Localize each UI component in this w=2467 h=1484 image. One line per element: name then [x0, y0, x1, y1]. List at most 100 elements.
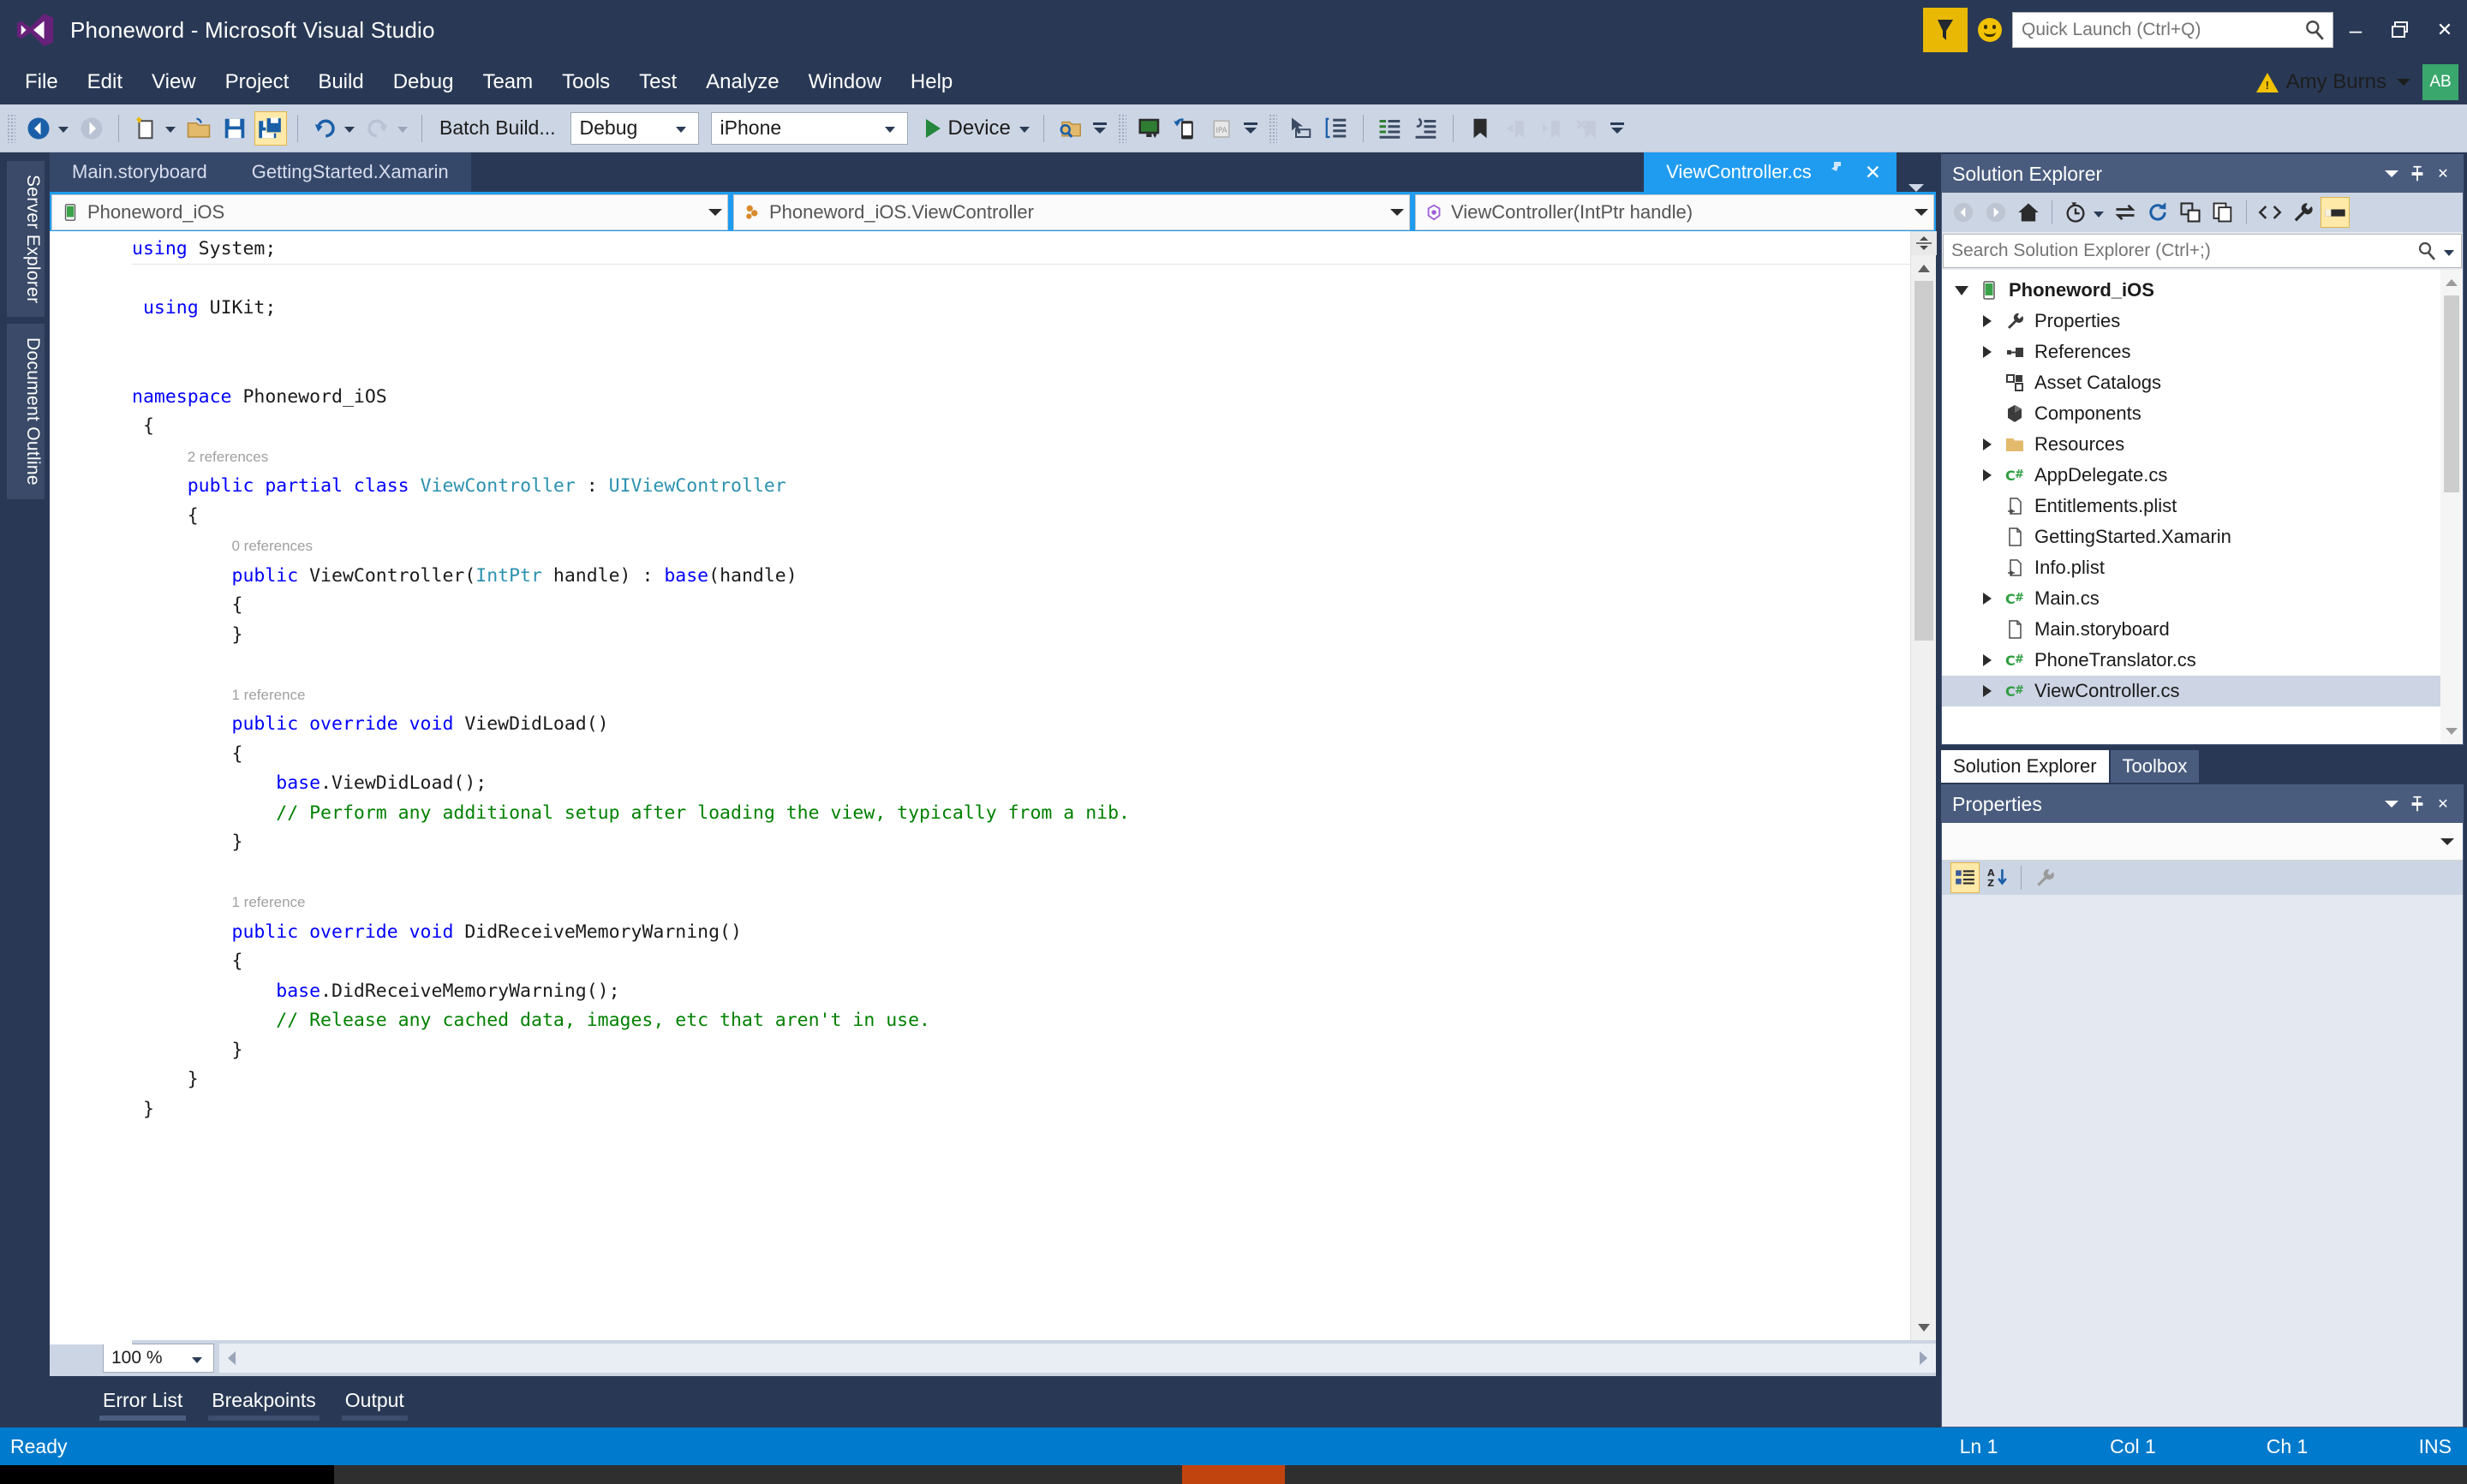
- redo-dropdown-icon[interactable]: [397, 127, 408, 133]
- collapse-all-icon[interactable]: [2176, 197, 2205, 228]
- quick-launch-input[interactable]: [2022, 20, 2303, 40]
- batch-build-button[interactable]: Batch Build...: [439, 116, 556, 140]
- tree-item-properties[interactable]: Properties: [1942, 306, 2440, 337]
- tree-item-phoneword-ios[interactable]: Phoneword_iOS: [1942, 275, 2440, 306]
- expander-icon[interactable]: [1974, 315, 2000, 327]
- scroll-right-button[interactable]: [1920, 1351, 1927, 1365]
- toolbar-grip[interactable]: [7, 113, 15, 143]
- properties-wrench-icon[interactable]: [2288, 197, 2317, 228]
- menu-tools[interactable]: Tools: [547, 67, 624, 98]
- navbar-project-combo[interactable]: Phoneword_iOS: [51, 194, 728, 230]
- tab-gettingstarted-xamarin[interactable]: GettingStarted.Xamarin: [229, 152, 471, 192]
- previous-bookmark-icon[interactable]: [1500, 111, 1532, 146]
- navigate-backward-icon[interactable]: [22, 111, 55, 146]
- scrollbar-thumb[interactable]: [2444, 295, 2459, 492]
- expander-icon[interactable]: [1974, 438, 2000, 450]
- clear-bookmarks-icon[interactable]: [1572, 111, 1604, 146]
- view-code-icon[interactable]: [2255, 197, 2285, 228]
- tree-item-references[interactable]: References: [1942, 337, 2440, 367]
- editor-vertical-scrollbar[interactable]: [1910, 231, 1937, 1340]
- pointer-select-icon[interactable]: [1284, 111, 1317, 146]
- sync-with-active-document-icon[interactable]: [2111, 197, 2140, 228]
- find-in-files-icon[interactable]: [1054, 111, 1087, 146]
- panel-menu-icon[interactable]: [2379, 790, 2404, 819]
- save-all-icon[interactable]: [254, 110, 287, 146]
- next-bookmark-icon[interactable]: [1536, 111, 1568, 146]
- restore-button[interactable]: [2378, 10, 2422, 50]
- editor-split-handle[interactable]: [1910, 231, 1937, 255]
- quick-launch-box[interactable]: [2012, 12, 2333, 48]
- tree-item-main-cs[interactable]: C # Main.cs: [1942, 583, 2440, 614]
- pin-icon[interactable]: [2404, 159, 2430, 188]
- tree-item-phonetranslator-cs[interactable]: C # PhoneTranslator.cs: [1942, 645, 2440, 676]
- start-play-icon[interactable]: [925, 118, 941, 138]
- bookmark-icon[interactable]: [1464, 111, 1496, 146]
- feedback-flag-icon[interactable]: [1923, 8, 1968, 52]
- menu-debug[interactable]: Debug: [379, 67, 469, 98]
- uncomment-lines-icon[interactable]: [1410, 111, 1443, 146]
- platform-combo[interactable]: iPhone: [710, 111, 908, 145]
- navigate-forward-icon[interactable]: [75, 111, 108, 146]
- user-name[interactable]: Amy Burns: [2286, 70, 2386, 94]
- scroll-up-button[interactable]: [2439, 270, 2463, 295]
- start-target-dropdown-icon[interactable]: [1018, 127, 1030, 133]
- solution-search-box[interactable]: [1943, 234, 2462, 268]
- tree-item-asset-catalogs[interactable]: Asset Catalogs: [1942, 367, 2440, 398]
- bottom-tab-breakpoints[interactable]: Breakpoints: [208, 1384, 320, 1421]
- send-a-smile-icon[interactable]: [1978, 18, 2002, 42]
- expander-icon[interactable]: [1974, 469, 2000, 481]
- toolbar-grip[interactable]: [1117, 113, 1126, 143]
- ipa-package-icon[interactable]: IPA: [1205, 111, 1238, 146]
- properties-grid[interactable]: [1942, 895, 2463, 1427]
- code-text-area[interactable]: using System; using UIKit; namespace Pho…: [132, 231, 1910, 1340]
- expander-icon[interactable]: [1974, 654, 2000, 666]
- zoom-level-combo[interactable]: 100 %: [103, 1344, 214, 1373]
- show-all-files-icon[interactable]: [2208, 197, 2237, 228]
- close-icon[interactable]: ✕: [2430, 790, 2456, 819]
- chevron-down-icon[interactable]: [2397, 79, 2410, 86]
- avatar[interactable]: AB: [2422, 64, 2458, 100]
- solution-tree[interactable]: Phoneword_iOS Properties References Asse…: [1942, 270, 2463, 744]
- undo-dropdown-icon[interactable]: [344, 127, 355, 133]
- tree-item-info-plist[interactable]: Info.plist: [1942, 552, 2440, 583]
- hierarchy-icon[interactable]: [1320, 111, 1353, 146]
- pin-icon[interactable]: [1825, 159, 1846, 185]
- code-content[interactable]: using System; using UIKit; namespace Pho…: [132, 231, 1910, 1124]
- tree-item-viewcontroller-cs[interactable]: C # ViewController.cs: [1942, 676, 2440, 706]
- menu-analyze[interactable]: Analyze: [691, 67, 793, 98]
- toolbar-overflow-icon[interactable]: [1606, 122, 1628, 134]
- editor-horizontal-scrollbar[interactable]: [219, 1344, 1936, 1373]
- navbar-member-combo[interactable]: ViewController(IntPtr handle): [1415, 194, 1934, 230]
- rail-tab-server-explorer[interactable]: Server Explorer: [7, 161, 45, 318]
- tree-item-main-storyboard[interactable]: Main.storyboard: [1942, 614, 2440, 645]
- properties-object-combo[interactable]: [1942, 823, 2463, 861]
- redo-icon[interactable]: [361, 111, 394, 146]
- expander-icon[interactable]: [1974, 593, 2000, 605]
- menu-view[interactable]: View: [137, 67, 211, 98]
- undo-icon[interactable]: [308, 111, 341, 146]
- close-icon[interactable]: ✕: [2430, 159, 2456, 188]
- close-icon[interactable]: ✕: [1865, 161, 1881, 184]
- scroll-down-button[interactable]: [2439, 718, 2463, 744]
- open-file-icon[interactable]: [182, 111, 215, 146]
- menu-file[interactable]: File: [10, 67, 73, 98]
- panel-menu-icon[interactable]: [2379, 159, 2404, 188]
- expander-icon[interactable]: [1949, 285, 1974, 295]
- scroll-down-button[interactable]: [1911, 1314, 1937, 1340]
- solution-tree-scrollbar[interactable]: [2440, 270, 2463, 744]
- new-project-dropdown-icon[interactable]: [165, 127, 176, 133]
- scroll-left-button[interactable]: [228, 1351, 236, 1365]
- code-editor[interactable]: using System; using UIKit; namespace Pho…: [50, 231, 1937, 1344]
- preview-selected-items-icon[interactable]: [2321, 197, 2350, 228]
- dock-tab-solution-explorer[interactable]: Solution Explorer: [1941, 750, 2109, 783]
- pin-icon[interactable]: [2404, 790, 2430, 819]
- tree-item-gettingstarted-xamarin[interactable]: GettingStarted.Xamarin: [1942, 521, 2440, 552]
- configuration-combo[interactable]: Debug: [570, 111, 699, 145]
- close-button[interactable]: ✕: [2422, 10, 2467, 50]
- expander-icon[interactable]: [1974, 685, 2000, 697]
- bottom-tab-output[interactable]: Output: [341, 1384, 408, 1421]
- tree-item-appdelegate-cs[interactable]: C # AppDelegate.cs: [1942, 460, 2440, 491]
- tree-item-resources[interactable]: Resources: [1942, 429, 2440, 460]
- pending-changes-icon[interactable]: [2061, 197, 2090, 228]
- new-project-icon[interactable]: [129, 111, 162, 146]
